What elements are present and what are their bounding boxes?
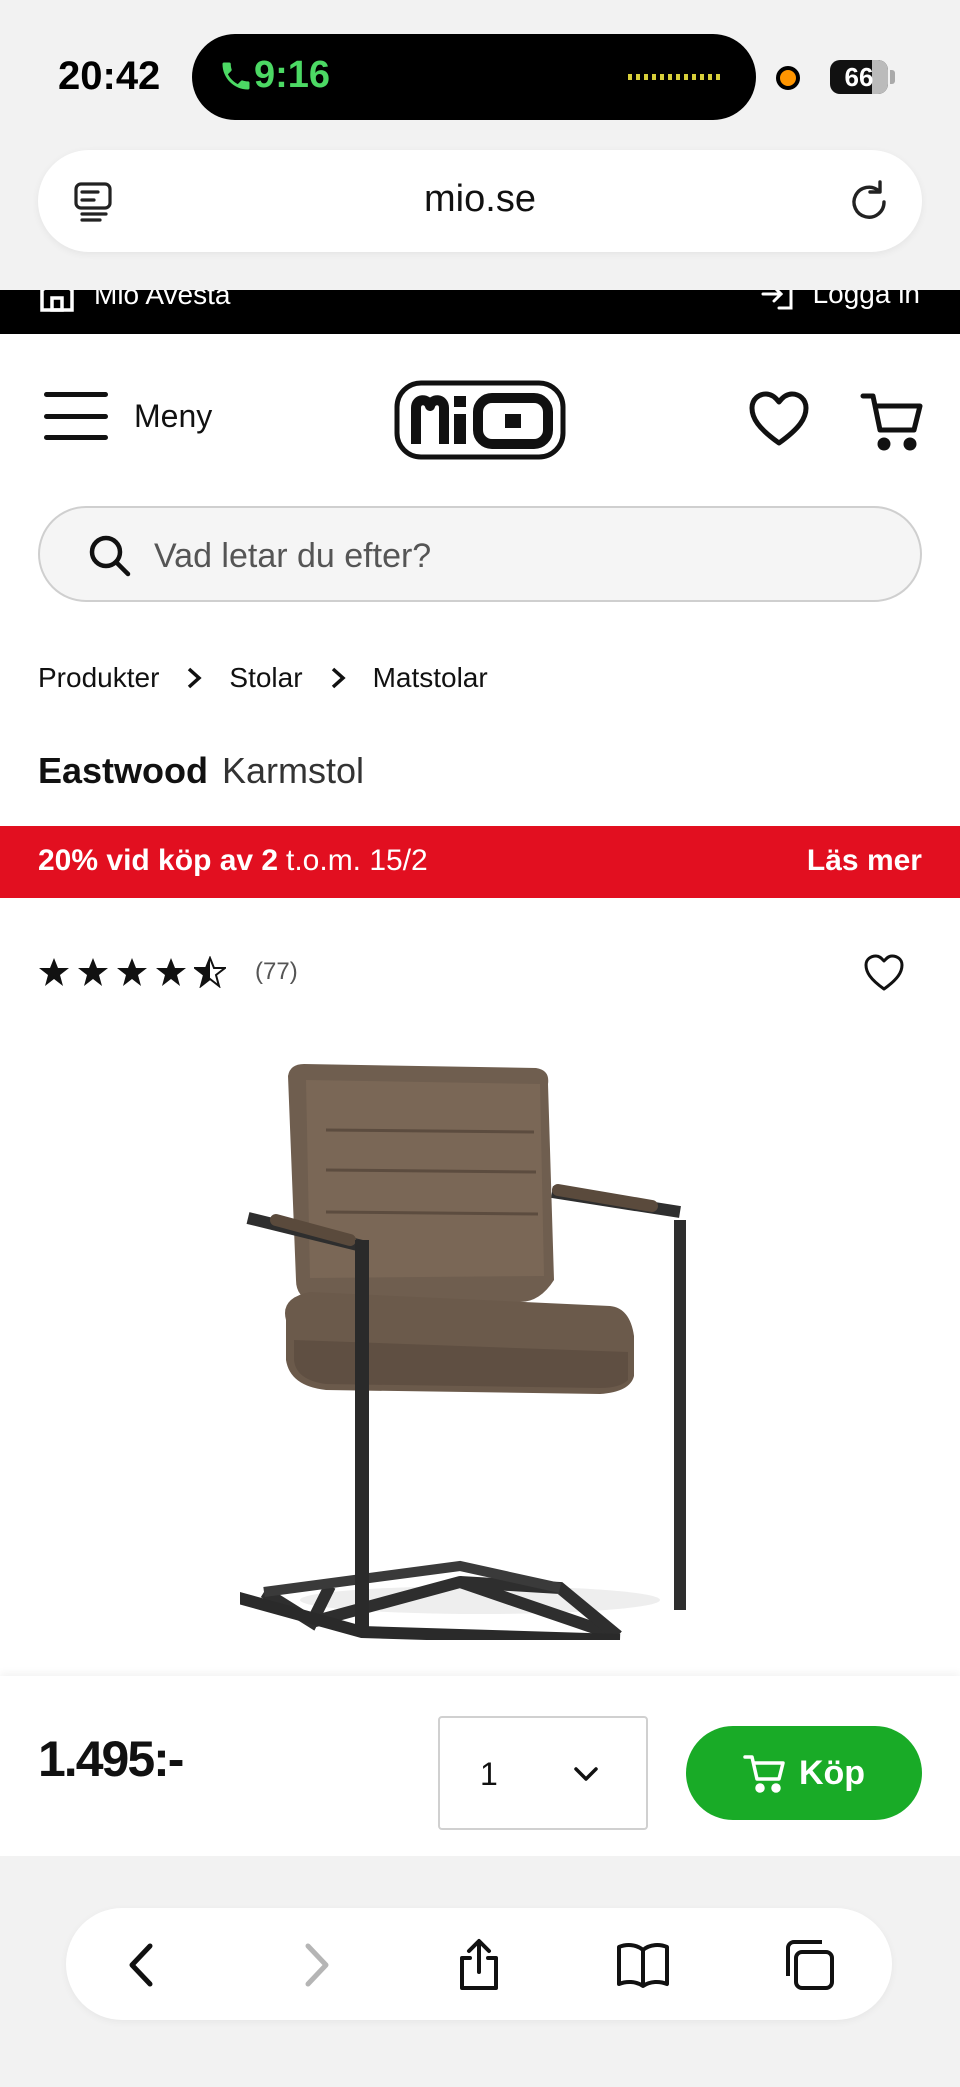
browser-toolbar (66, 1908, 892, 2020)
address-bar[interactable]: mio.se (38, 150, 922, 252)
search-bar[interactable] (38, 506, 922, 602)
audio-wave-icon (628, 74, 724, 80)
breadcrumb: Produkter Stolar Matstolar (38, 662, 488, 694)
breadcrumb-stolar[interactable]: Stolar (229, 662, 302, 694)
reload-icon[interactable] (846, 178, 892, 224)
login-label: Logga in (812, 290, 920, 309)
menu-label: Meny (134, 397, 213, 434)
forward-icon[interactable] (288, 1938, 342, 1992)
chevron-right-icon (331, 667, 346, 689)
breadcrumb-produkter[interactable]: Produkter (38, 662, 159, 694)
product-title: Eastwood Karmstol (38, 750, 364, 792)
product-rating[interactable]: (77) (38, 956, 298, 988)
product-type: Karmstol (222, 750, 365, 791)
hamburger-icon (44, 392, 108, 440)
phone-icon (222, 62, 250, 90)
promo-banner[interactable]: 20% vid köp av 2 t.o.m. 15/2 Läs mer (0, 826, 960, 898)
star-icon (78, 958, 108, 986)
review-count: (77) (255, 958, 298, 985)
wishlist-heart-icon[interactable] (748, 390, 810, 448)
search-input[interactable] (154, 528, 894, 584)
promo-read-more-link[interactable]: Läs mer (807, 844, 922, 878)
quantity-select[interactable]: 1 (438, 1716, 648, 1830)
cart-icon (743, 1755, 785, 1793)
recording-indicator-icon (776, 66, 800, 90)
product-image[interactable] (240, 1040, 720, 1640)
status-time: 20:42 (58, 54, 161, 98)
store-icon (40, 290, 74, 312)
store-name: Mio Avesta (94, 290, 231, 310)
login-link[interactable]: Logga in (759, 290, 920, 312)
breadcrumb-matstolar[interactable]: Matstolar (373, 662, 488, 694)
buy-bar: 1.495:- 1 Köp (0, 1676, 960, 1856)
battery-level: 66 (844, 62, 874, 92)
dynamic-island-call[interactable]: 9:16 (192, 34, 756, 120)
buy-button[interactable]: Köp (686, 1726, 922, 1820)
battery-icon: 66 (830, 60, 888, 94)
menu-button[interactable]: Meny (44, 392, 212, 440)
back-icon[interactable] (116, 1938, 170, 1992)
quantity-value: 1 (480, 1756, 498, 1792)
share-icon[interactable] (452, 1938, 506, 1992)
chevron-right-icon (188, 667, 203, 689)
promo-period: t.o.m. 15/2 (286, 844, 428, 877)
top-strip: Mio Avesta Logga in (0, 290, 960, 334)
favorite-heart-icon[interactable] (864, 954, 904, 992)
star-icon (117, 958, 147, 986)
browser-toolbar-area (0, 1856, 960, 2087)
search-icon (89, 535, 131, 577)
mio-logo[interactable] (394, 380, 566, 460)
login-icon (761, 290, 793, 310)
browser-top: 20:42 9:16 66 mio.se (0, 0, 960, 290)
star-icon (156, 958, 186, 986)
chevron-down-icon (574, 1767, 598, 1781)
site-header: Meny (0, 334, 960, 504)
half-star-icon (194, 956, 226, 988)
url-text[interactable]: mio.se (38, 178, 922, 221)
product-brand: Eastwood (38, 750, 209, 791)
buy-label: Köp (798, 1753, 866, 1792)
bookmarks-icon[interactable] (616, 1938, 670, 1992)
promo-offer: 20% vid köp av 2 (38, 844, 279, 877)
cart-icon[interactable] (860, 390, 924, 452)
product-price: 1.495:- (38, 1731, 184, 1787)
store-link[interactable]: Mio Avesta (38, 290, 230, 314)
star-icon (39, 958, 69, 986)
tabs-icon[interactable] (782, 1938, 836, 1992)
call-duration: 9:16 (254, 54, 331, 96)
